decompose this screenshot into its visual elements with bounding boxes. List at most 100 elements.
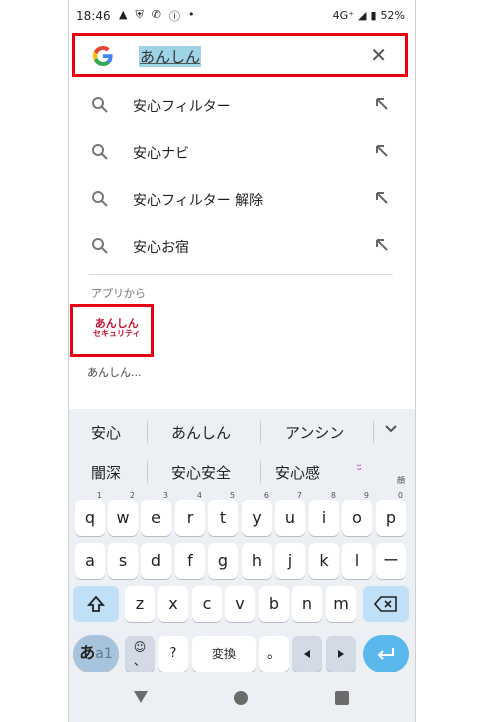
question-key[interactable]: ? — [158, 636, 188, 672]
key-q[interactable]: q1 — [75, 491, 105, 536]
key-s[interactable]: s — [108, 543, 138, 579]
key-label: p — [385, 508, 397, 527]
key-t[interactable]: t5 — [208, 491, 238, 536]
search-icon — [92, 97, 108, 113]
shift-key[interactable] — [73, 586, 119, 622]
key-label: o — [352, 508, 362, 527]
key-a[interactable]: a — [75, 543, 105, 579]
status-right: 4G⁺ ◢ ▮ 52% — [333, 9, 405, 22]
key-g[interactable]: g — [208, 543, 238, 579]
fill-query-arrow-icon[interactable] — [375, 238, 389, 252]
key-hint: 2 — [129, 491, 135, 500]
enter-key[interactable] — [363, 635, 409, 673]
key-b[interactable]: b — [259, 586, 289, 622]
key-i[interactable]: i8 — [309, 491, 339, 536]
key-label: e — [151, 508, 161, 527]
signal-icon: ◢ — [358, 9, 367, 22]
candidate-item[interactable]: あんしん — [171, 422, 231, 443]
key-label: w — [116, 508, 130, 527]
candidate-item[interactable]: 闇深 — [91, 462, 121, 483]
status-bar: 18:46 ▲ ⛨ ✆ ⓘ • 4G⁺ ◢ ▮ 52% — [69, 0, 415, 32]
suggestion-text: 安心フィルター — [133, 99, 231, 115]
key-v[interactable]: v — [225, 586, 255, 622]
key-u[interactable]: u7 — [275, 491, 305, 536]
key-label: u — [284, 508, 296, 527]
emoji-icon: ☺ — [133, 640, 147, 654]
key-hint: 6 — [263, 491, 269, 500]
fill-query-arrow-icon[interactable] — [375, 144, 389, 158]
search-icon — [92, 144, 108, 160]
emoticon-icon[interactable]: ᵕ̈ — [357, 463, 362, 477]
shift-icon — [87, 595, 105, 612]
app-logo-line1: あんしん — [94, 317, 139, 330]
arrow-left-icon — [304, 650, 310, 658]
key-n[interactable]: n — [292, 586, 322, 622]
key-hint: 0 — [397, 491, 403, 500]
fill-query-arrow-icon[interactable] — [375, 97, 389, 111]
key-d[interactable]: d — [141, 543, 171, 579]
key-label: q — [84, 508, 96, 527]
app-name: あんしん... — [87, 366, 142, 379]
clear-icon[interactable]: ✕ — [370, 43, 387, 67]
key-label: i — [321, 508, 327, 527]
key-hint: 9 — [363, 491, 369, 500]
cursor-right-key[interactable] — [326, 636, 356, 672]
key-x[interactable]: x — [158, 586, 188, 622]
key-label: r — [186, 508, 194, 527]
suggestion-item[interactable]: 安心フィルター 解除 — [69, 177, 415, 223]
key-hint: 3 — [162, 491, 168, 500]
key-w[interactable]: w2 — [108, 491, 138, 536]
suggestion-item[interactable]: 安心ナビ — [69, 130, 415, 176]
suggestion-item[interactable]: 安心お宿 — [69, 224, 415, 270]
cursor-left-key[interactable] — [292, 636, 322, 672]
space-convert-key[interactable]: 変換 — [192, 636, 256, 672]
recents-icon[interactable] — [335, 691, 349, 705]
key-m[interactable]: m — [326, 586, 356, 622]
candidate-item[interactable]: 安心感 — [275, 462, 320, 483]
shield-icon: ⛨ — [135, 8, 144, 21]
key-label: y — [252, 508, 262, 527]
key-long-vowel[interactable]: ー — [376, 543, 406, 579]
key-z[interactable]: z — [125, 586, 155, 622]
alert-circle-icon: ⓘ — [168, 10, 180, 23]
candidate-separator — [260, 421, 261, 443]
fill-query-arrow-icon[interactable] — [375, 191, 389, 205]
candidate-item[interactable]: アンシン — [285, 422, 344, 443]
key-p[interactable]: p0 — [376, 491, 406, 536]
candidate-item[interactable]: 安心 — [91, 422, 121, 443]
search-input[interactable]: あんしん — [139, 46, 202, 67]
key-y[interactable]: y6 — [242, 491, 272, 536]
back-icon[interactable] — [133, 690, 149, 704]
key-k[interactable]: k — [309, 543, 339, 579]
comma-label: 、 — [133, 654, 146, 668]
search-bar[interactable]: あんしん ✕ — [72, 33, 408, 77]
key-hint: 5 — [229, 491, 235, 500]
key-hint: 7 — [296, 491, 302, 500]
key-e[interactable]: e3 — [141, 491, 171, 536]
suggestion-item[interactable]: 安心フィルター — [69, 83, 415, 129]
kaomoji-label[interactable]: 顔 — [397, 475, 405, 486]
key-h[interactable]: h — [242, 543, 272, 579]
warning-icon: ▲ — [119, 8, 128, 21]
punctuation-key[interactable]: ☺ 、 — [125, 636, 155, 672]
backspace-icon — [374, 596, 397, 612]
chevron-down-icon[interactable] — [385, 423, 397, 435]
app-result-anshin-security[interactable]: あんしん セキュリティ — [70, 304, 154, 357]
key-f[interactable]: f — [175, 543, 205, 579]
key-j[interactable]: j — [275, 543, 305, 579]
search-icon — [92, 191, 108, 207]
home-icon[interactable] — [233, 690, 249, 706]
key-c[interactable]: c — [192, 586, 222, 622]
key-l[interactable]: l — [342, 543, 372, 579]
key-o[interactable]: o9 — [342, 491, 372, 536]
backspace-key[interactable] — [363, 586, 409, 622]
language-toggle-b: a1 — [95, 646, 113, 662]
language-toggle-a: あ — [79, 643, 96, 662]
period-key[interactable]: 。 — [259, 636, 289, 672]
key-r[interactable]: r4 — [175, 491, 205, 536]
language-toggle-key[interactable]: あa1 — [73, 635, 119, 673]
key-hint: 8 — [330, 491, 336, 500]
candidate-item[interactable]: 安心安全 — [171, 462, 231, 483]
app-logo: あんしん セキュリティ — [93, 318, 141, 338]
battery-icon: ▮ — [370, 9, 377, 22]
